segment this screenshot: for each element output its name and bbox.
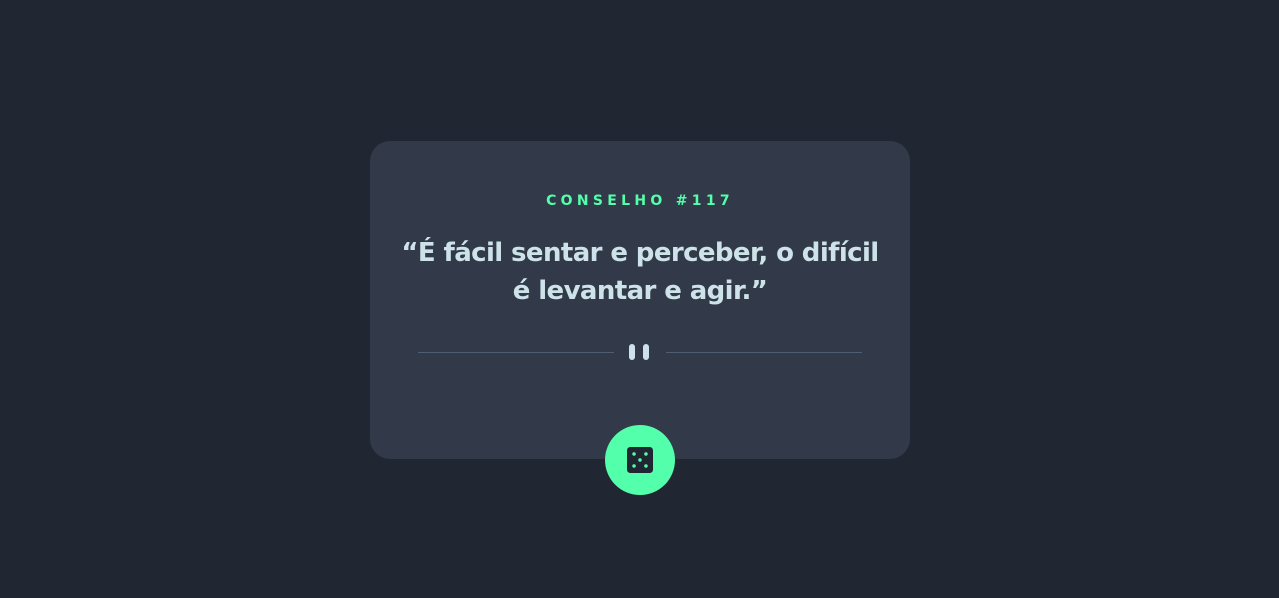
page: CONSELHO #117 “É fácil sentar e perceber… <box>0 0 1279 598</box>
advice-card: CONSELHO #117 “É fácil sentar e perceber… <box>370 141 910 459</box>
divider <box>418 344 862 360</box>
pause-icon <box>629 344 651 360</box>
divider-line-left <box>418 351 614 353</box>
dice-icon <box>627 447 653 473</box>
new-advice-button[interactable] <box>605 425 675 495</box>
advice-id-label: CONSELHO #117 <box>546 193 734 209</box>
advice-quote: “É fácil sentar e perceber, o difícil é … <box>401 238 879 306</box>
pause-bar-left <box>629 344 635 360</box>
pause-bar-right <box>643 344 649 360</box>
divider-line-right <box>666 351 862 353</box>
